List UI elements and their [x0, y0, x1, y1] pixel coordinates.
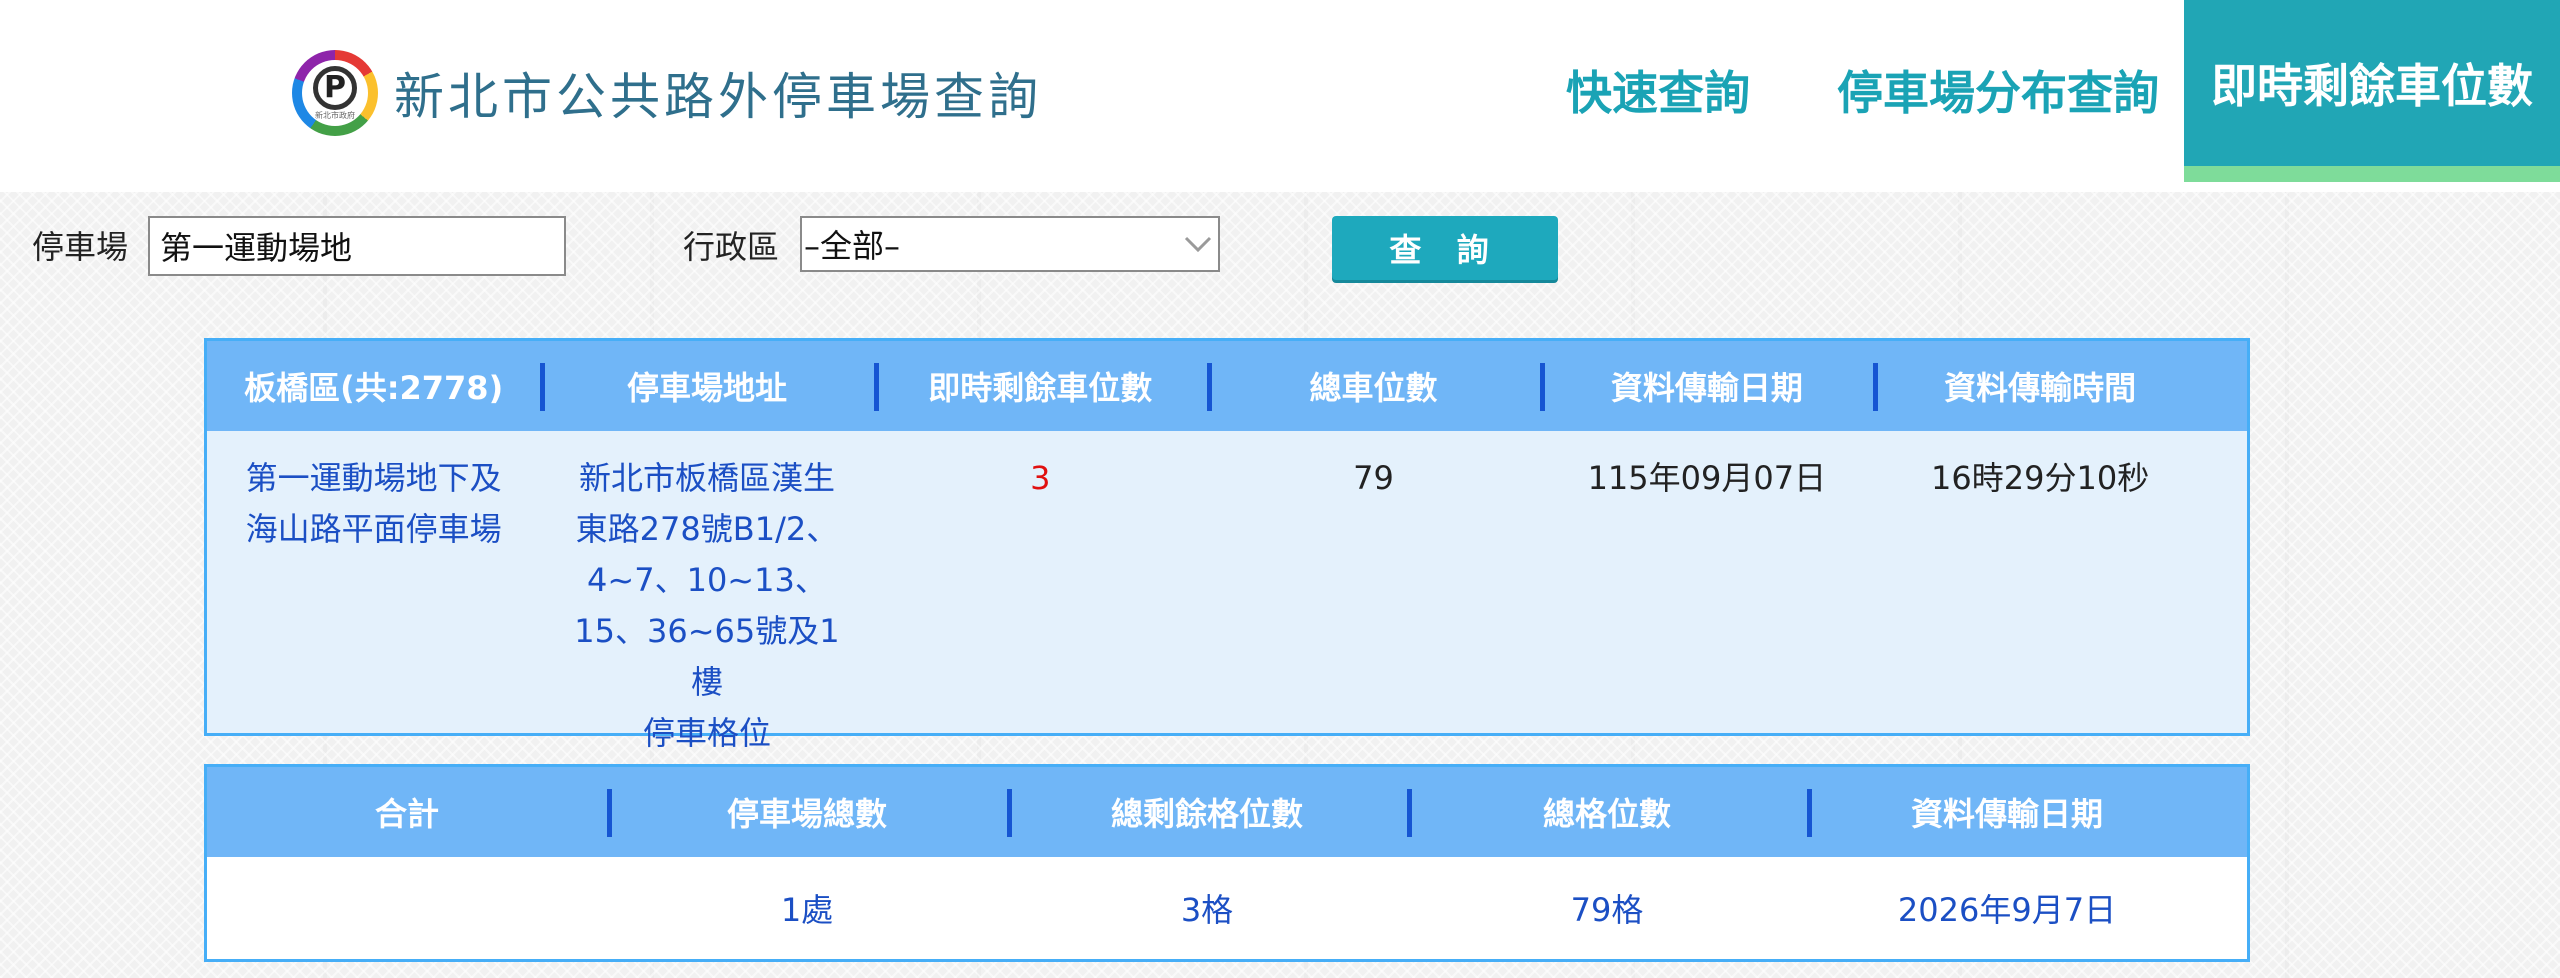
header-total-spaces: 總車位數: [1206, 341, 1540, 431]
header-address: 停車場地址: [540, 341, 873, 431]
transfer-time-value: 16時29分10秒: [1931, 459, 2150, 497]
nav-live-available-spaces[interactable]: 即時剩餘車位數: [2184, 0, 2560, 182]
parking-lot-label: 停車場: [32, 228, 129, 266]
header-lot-count: 停車場總數: [607, 767, 1007, 857]
available-total-value: 3格: [1180, 891, 1234, 929]
district-label: 行政區: [683, 228, 780, 266]
header-transfer-date: 資料傳輸日期: [1540, 341, 1873, 431]
district-select[interactable]: –全部–: [800, 216, 1220, 272]
header-available-total: 總剩餘格位數: [1007, 767, 1407, 857]
lot-count-value: 1處: [780, 891, 834, 929]
total-spaces-sum-value: 79格: [1570, 891, 1644, 929]
summary-row: 1處 3格 79格 2026年9月7日: [207, 857, 2247, 959]
address-line: 4~7、10~13、: [587, 561, 827, 599]
lot-name-line: 第一運動場地下及: [245, 459, 502, 497]
summary-table-header: 合計 停車場總數 總剩餘格位數 總格位數 資料傳輸日期: [207, 767, 2247, 857]
lot-name-line: 海山路平面停車場: [245, 510, 502, 548]
total-spaces-value: 79: [1353, 459, 1394, 497]
nav-lot-distribution[interactable]: 停車場分布查詢: [1837, 0, 2159, 180]
parking-p-icon: P: [313, 66, 357, 110]
summary-date-value: 2026年9月7日: [1897, 891, 2117, 929]
main-nav: 快速查詢 停車場分布查詢 即時剩餘車位數: [1558, 0, 2560, 192]
header-live-available: 即時剩餘車位數: [873, 341, 1207, 431]
header-transfer-time: 資料傳輸時間: [1873, 341, 2206, 431]
header-summary-date: 資料傳輸日期: [1807, 767, 2207, 857]
address-line: 東路278號B1/2、: [575, 510, 839, 548]
parking-p-logo: P 新北市政府: [292, 50, 378, 136]
table-row: 第一運動場地下及 海山路平面停車場 新北市板橋區漢生 東路278號B1/2、 4…: [207, 431, 2247, 752]
parking-lot-name-link[interactable]: 第一運動場地下及 海山路平面停車場: [207, 431, 540, 733]
brand[interactable]: P 新北市政府 新北市公共路外停車場查詢: [292, 50, 1042, 136]
nav-quick-search[interactable]: 快速查詢: [1558, 0, 1758, 180]
parking-lot-input[interactable]: [148, 216, 566, 276]
parking-detail-table: 板橋區(共:2778) 停車場地址 即時剩餘車位數 總車位數 資料傳輸日期 資料…: [204, 338, 2250, 752]
available-spaces-value: 3: [1030, 459, 1051, 497]
summary-label-cell: [207, 857, 607, 959]
summary-table: 合計 停車場總數 總剩餘格位數 總格位數 資料傳輸日期 1處 3格 79格 20…: [204, 764, 2250, 962]
logo-caption: 新北市政府: [315, 111, 355, 120]
parking-lot-address-link[interactable]: 新北市板橋區漢生 東路278號B1/2、 4~7、10~13、 15、36~65…: [540, 431, 873, 752]
detail-table-header: 板橋區(共:2778) 停車場地址 即時剩餘車位數 總車位數 資料傳輸日期 資料…: [207, 341, 2247, 431]
address-line: 新北市板橋區漢生: [578, 459, 835, 497]
header-total-spaces-sum: 總格位數: [1407, 767, 1807, 857]
transfer-date-value: 115年09月07日: [1587, 459, 1827, 497]
chevron-down-icon[interactable]: [1178, 218, 1218, 270]
site-title: 新北市公共路外停車場查詢: [394, 68, 1042, 126]
search-button[interactable]: 查 詢: [1332, 216, 1558, 280]
header-district-count: 板橋區(共:2778): [244, 369, 504, 407]
district-selected-value: –全部–: [804, 227, 901, 265]
address-line: 停車格位: [642, 714, 771, 752]
header-total-label: 合計: [374, 795, 439, 833]
address-line: 15、36~65號及1樓: [574, 612, 840, 701]
site-header: P 新北市政府 新北市公共路外停車場查詢 快速查詢 停車場分布查詢 即時剩餘車位…: [0, 0, 2560, 192]
